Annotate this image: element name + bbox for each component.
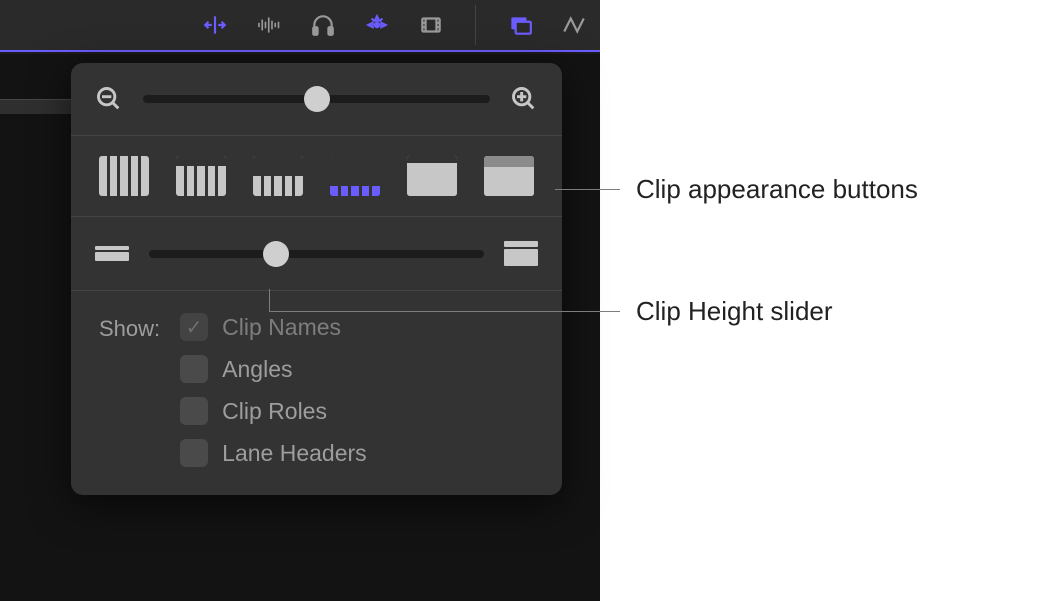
appearance-filmstrip-only[interactable]: [407, 156, 457, 196]
appearance-waveform-small-filmstrip[interactable]: [253, 156, 303, 196]
checkbox-clip-names[interactable]: [180, 313, 208, 341]
app-area: Show: Clip Names Angles Clip Roles Lane …: [0, 0, 600, 601]
appearance-waveform-only[interactable]: [99, 156, 149, 196]
index-icon[interactable]: [506, 11, 534, 39]
show-options-section: Show: Clip Names Angles Clip Roles Lane …: [71, 291, 562, 495]
show-clip-roles-label: Clip Roles: [222, 398, 327, 425]
audio-waveform-icon[interactable]: [255, 11, 283, 39]
appearance-filmstrip-large-waveform[interactable]: [330, 156, 380, 196]
callout-line-height: [269, 311, 620, 312]
show-clip-names-row[interactable]: Clip Names: [180, 313, 367, 341]
toolbar-divider: [475, 5, 476, 45]
top-toolbar: [0, 0, 600, 52]
clip-height-small-icon: [95, 246, 129, 261]
show-lane-headers-row[interactable]: Lane Headers: [180, 439, 367, 467]
callout-appearance-text: Clip appearance buttons: [636, 174, 918, 205]
clip-height-slider-row: [71, 217, 562, 291]
clip-height-large-icon: [504, 241, 538, 266]
show-clip-roles-row[interactable]: Clip Roles: [180, 397, 367, 425]
show-options-list: Clip Names Angles Clip Roles Lane Header…: [180, 313, 367, 467]
show-angles-row[interactable]: Angles: [180, 355, 367, 383]
appearance-filmstrip-labels[interactable]: [484, 156, 534, 196]
callout-height-text: Clip Height slider: [636, 296, 833, 327]
clip-appearance-popover: Show: Clip Names Angles Clip Roles Lane …: [71, 63, 562, 495]
clip-appearance-buttons-row: [71, 136, 562, 217]
headphones-icon[interactable]: [309, 11, 337, 39]
callout-line-height-v: [269, 289, 270, 311]
zoom-slider-thumb[interactable]: [304, 86, 330, 112]
callout-line-appearance: [555, 189, 620, 190]
show-lane-headers-label: Lane Headers: [222, 440, 367, 467]
checkbox-angles[interactable]: [180, 355, 208, 383]
zoom-slider[interactable]: [143, 95, 490, 103]
skimmer-icon[interactable]: [201, 11, 229, 39]
zoom-slider-row: [71, 63, 562, 136]
effects-icon[interactable]: [560, 11, 588, 39]
zoom-out-icon[interactable]: [95, 85, 123, 113]
appearance-waveform-large[interactable]: [176, 156, 226, 196]
snapping-icon[interactable]: [363, 11, 391, 39]
clip-height-slider-thumb[interactable]: [263, 241, 289, 267]
checkbox-lane-headers[interactable]: [180, 439, 208, 467]
show-angles-label: Angles: [222, 356, 292, 383]
clip-appearance-icon[interactable]: [417, 11, 445, 39]
checkbox-clip-roles[interactable]: [180, 397, 208, 425]
show-clip-names-label: Clip Names: [222, 314, 341, 341]
popover-arrow: [441, 63, 465, 66]
clip-height-slider[interactable]: [149, 250, 484, 258]
show-label: Show:: [99, 313, 160, 342]
zoom-in-icon[interactable]: [510, 85, 538, 113]
